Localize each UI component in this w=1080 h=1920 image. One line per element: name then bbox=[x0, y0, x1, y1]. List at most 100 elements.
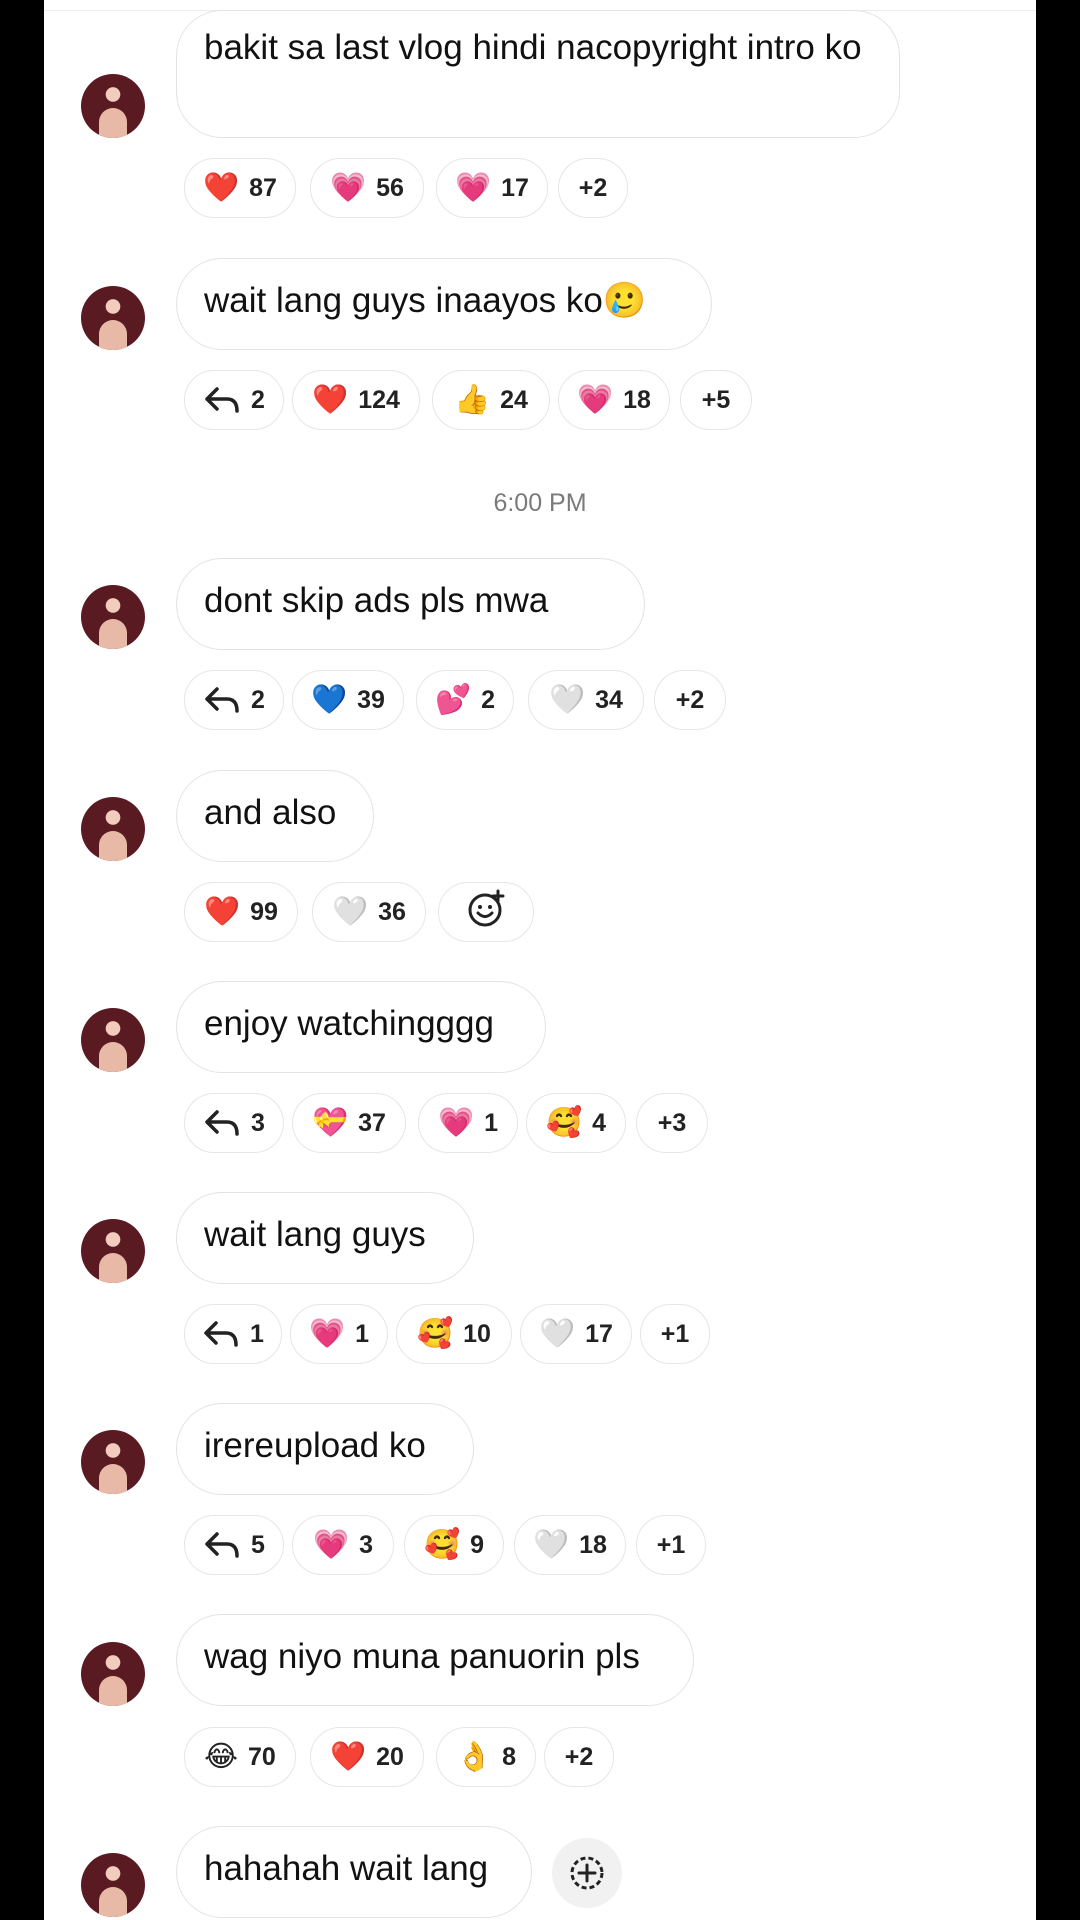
sender-avatar[interactable] bbox=[81, 1853, 145, 1917]
reply-count: 2 bbox=[251, 685, 265, 714]
reaction-pill[interactable]: 💗 18 bbox=[558, 370, 670, 430]
message-bubble[interactable]: irereupload ko bbox=[176, 1403, 474, 1495]
reply-count-pill[interactable]: 5 bbox=[184, 1515, 284, 1575]
more-reactions-count: +3 bbox=[657, 1108, 687, 1137]
more-reactions-count: +1 bbox=[660, 1319, 690, 1348]
message-bubble[interactable]: wag niyo muna panuorin pls bbox=[176, 1614, 694, 1706]
sender-avatar[interactable] bbox=[81, 585, 145, 649]
reaction-pill[interactable]: 💗 56 bbox=[310, 158, 424, 218]
reply-arrow-icon bbox=[203, 685, 241, 715]
more-reactions-count: +2 bbox=[675, 685, 705, 714]
reaction-pill[interactable]: 💙 39 bbox=[292, 670, 404, 730]
blue-heart-icon: 💙 bbox=[311, 683, 348, 716]
pink-heart-icon: 💗 bbox=[577, 383, 614, 416]
reaction-count: 8 bbox=[502, 1742, 516, 1771]
heart-with-ribbon-icon: 💝 bbox=[312, 1106, 349, 1139]
timestamp-divider: 6:00 PM bbox=[493, 489, 587, 517]
reaction-pill[interactable]: 💗 3 bbox=[292, 1515, 394, 1575]
more-reactions-count: +2 bbox=[578, 173, 608, 202]
reaction-count: 124 bbox=[358, 385, 400, 414]
sender-avatar[interactable] bbox=[81, 1430, 145, 1494]
reaction-pill[interactable]: ❤️ 87 bbox=[184, 158, 296, 218]
red-heart-icon: ❤️ bbox=[203, 171, 240, 204]
reaction-pill[interactable]: 💝 37 bbox=[292, 1093, 406, 1153]
reaction-pill[interactable]: 💗 17 bbox=[436, 158, 548, 218]
reaction-count: 36 bbox=[378, 897, 406, 926]
more-reactions-pill[interactable]: +5 bbox=[680, 370, 752, 430]
more-reactions-pill[interactable]: +1 bbox=[636, 1515, 706, 1575]
reply-arrow-icon bbox=[203, 1530, 241, 1560]
reply-count: 1 bbox=[250, 1319, 264, 1348]
smiling-face-with-hearts-icon: 🥰 bbox=[545, 1106, 583, 1139]
two-hearts-icon: 💕 bbox=[435, 683, 472, 716]
reaction-count: 20 bbox=[376, 1742, 404, 1771]
add-reaction-button[interactable] bbox=[438, 882, 534, 942]
white-heart-icon: 🤍 bbox=[533, 1528, 570, 1561]
reaction-pill[interactable]: 💗 1 bbox=[290, 1304, 388, 1364]
white-heart-icon: 🤍 bbox=[539, 1317, 576, 1350]
ok-hand-icon: 👌 bbox=[455, 1740, 493, 1773]
pink-heart-icon: 💗 bbox=[437, 1106, 475, 1139]
reply-count-pill[interactable]: 3 bbox=[184, 1093, 284, 1153]
reaction-count: 39 bbox=[357, 685, 385, 714]
reaction-count: 34 bbox=[595, 685, 623, 714]
sender-avatar[interactable] bbox=[81, 1219, 145, 1283]
more-reactions-pill[interactable]: +1 bbox=[640, 1304, 710, 1364]
reply-count-pill[interactable]: 2 bbox=[184, 670, 284, 730]
message-bubble[interactable]: dont skip ads pls mwa bbox=[176, 558, 645, 650]
reply-count: 3 bbox=[251, 1108, 265, 1137]
message-bubble[interactable]: wait lang guys inaayos ko🥲 bbox=[176, 258, 712, 350]
reaction-count: 9 bbox=[470, 1530, 484, 1559]
message-bubble[interactable]: enjoy watchingggg bbox=[176, 981, 546, 1073]
reaction-count: 37 bbox=[358, 1108, 386, 1137]
pink-heart-icon: 💗 bbox=[455, 171, 492, 204]
message-bubble[interactable]: bakit sa last vlog hindi nacopyright int… bbox=[176, 10, 900, 138]
reply-arrow-icon bbox=[202, 1319, 240, 1349]
reaction-pill[interactable]: 🤍 17 bbox=[520, 1304, 632, 1364]
reaction-pill[interactable]: 🥰 10 bbox=[396, 1304, 512, 1364]
reply-count: 2 bbox=[251, 385, 265, 414]
smiling-face-with-hearts-icon: 🥰 bbox=[417, 1317, 454, 1350]
more-reactions-count: +1 bbox=[656, 1530, 686, 1559]
channel-chat-screen: bakit sa last vlog hindi nacopyright int… bbox=[44, 0, 1036, 1920]
more-reactions-pill[interactable]: +2 bbox=[558, 158, 628, 218]
reaction-pill[interactable]: 👌 8 bbox=[436, 1727, 536, 1787]
reply-count: 5 bbox=[251, 1530, 265, 1559]
reaction-count: 4 bbox=[592, 1108, 606, 1137]
reaction-pill[interactable]: 💕 2 bbox=[416, 670, 514, 730]
reaction-count: 24 bbox=[500, 385, 528, 414]
add-reaction-button[interactable] bbox=[552, 1838, 622, 1908]
reaction-pill[interactable]: 🤍 34 bbox=[528, 670, 644, 730]
reaction-count: 17 bbox=[585, 1319, 613, 1348]
reaction-pill[interactable]: ❤️ 99 bbox=[184, 882, 298, 942]
more-reactions-pill[interactable]: +2 bbox=[654, 670, 726, 730]
message-bubble[interactable]: wait lang guys bbox=[176, 1192, 474, 1284]
sender-avatar[interactable] bbox=[81, 74, 145, 138]
message-bubble[interactable]: and also bbox=[176, 770, 374, 862]
growing-heart-icon: 💗 bbox=[330, 171, 367, 204]
sender-avatar[interactable] bbox=[81, 1008, 145, 1072]
reply-arrow-icon bbox=[203, 1108, 241, 1138]
sender-avatar[interactable] bbox=[81, 286, 145, 350]
sender-avatar[interactable] bbox=[81, 797, 145, 861]
reaction-pill[interactable]: 🤍 36 bbox=[312, 882, 426, 942]
reaction-pill[interactable]: 🤍 18 bbox=[514, 1515, 626, 1575]
message-bubble[interactable]: hahahah wait lang bbox=[176, 1826, 532, 1918]
reply-count-pill[interactable]: 1 bbox=[184, 1304, 282, 1364]
reaction-count: 17 bbox=[501, 173, 529, 202]
pink-heart-icon: 💗 bbox=[312, 1528, 350, 1561]
thumbs-up-icon: 👍 bbox=[454, 383, 491, 416]
reaction-pill[interactable]: ❤️ 124 bbox=[292, 370, 420, 430]
reaction-pill[interactable]: ❤️ 20 bbox=[310, 1727, 424, 1787]
more-reactions-pill[interactable]: +2 bbox=[544, 1727, 614, 1787]
reaction-pill[interactable]: 🥰 9 bbox=[404, 1515, 504, 1575]
reaction-pill[interactable]: 😂 70 bbox=[184, 1727, 296, 1787]
reaction-pill[interactable]: 🥰 4 bbox=[526, 1093, 626, 1153]
more-reactions-pill[interactable]: +3 bbox=[636, 1093, 708, 1153]
smiling-face-with-hearts-icon: 🥰 bbox=[423, 1528, 461, 1561]
sender-avatar[interactable] bbox=[81, 1642, 145, 1706]
reaction-pill[interactable]: 👍 24 bbox=[432, 370, 550, 430]
reaction-pill[interactable]: 💗 1 bbox=[418, 1093, 518, 1153]
red-heart-icon: ❤️ bbox=[204, 895, 241, 928]
reply-count-pill[interactable]: 2 bbox=[184, 370, 284, 430]
